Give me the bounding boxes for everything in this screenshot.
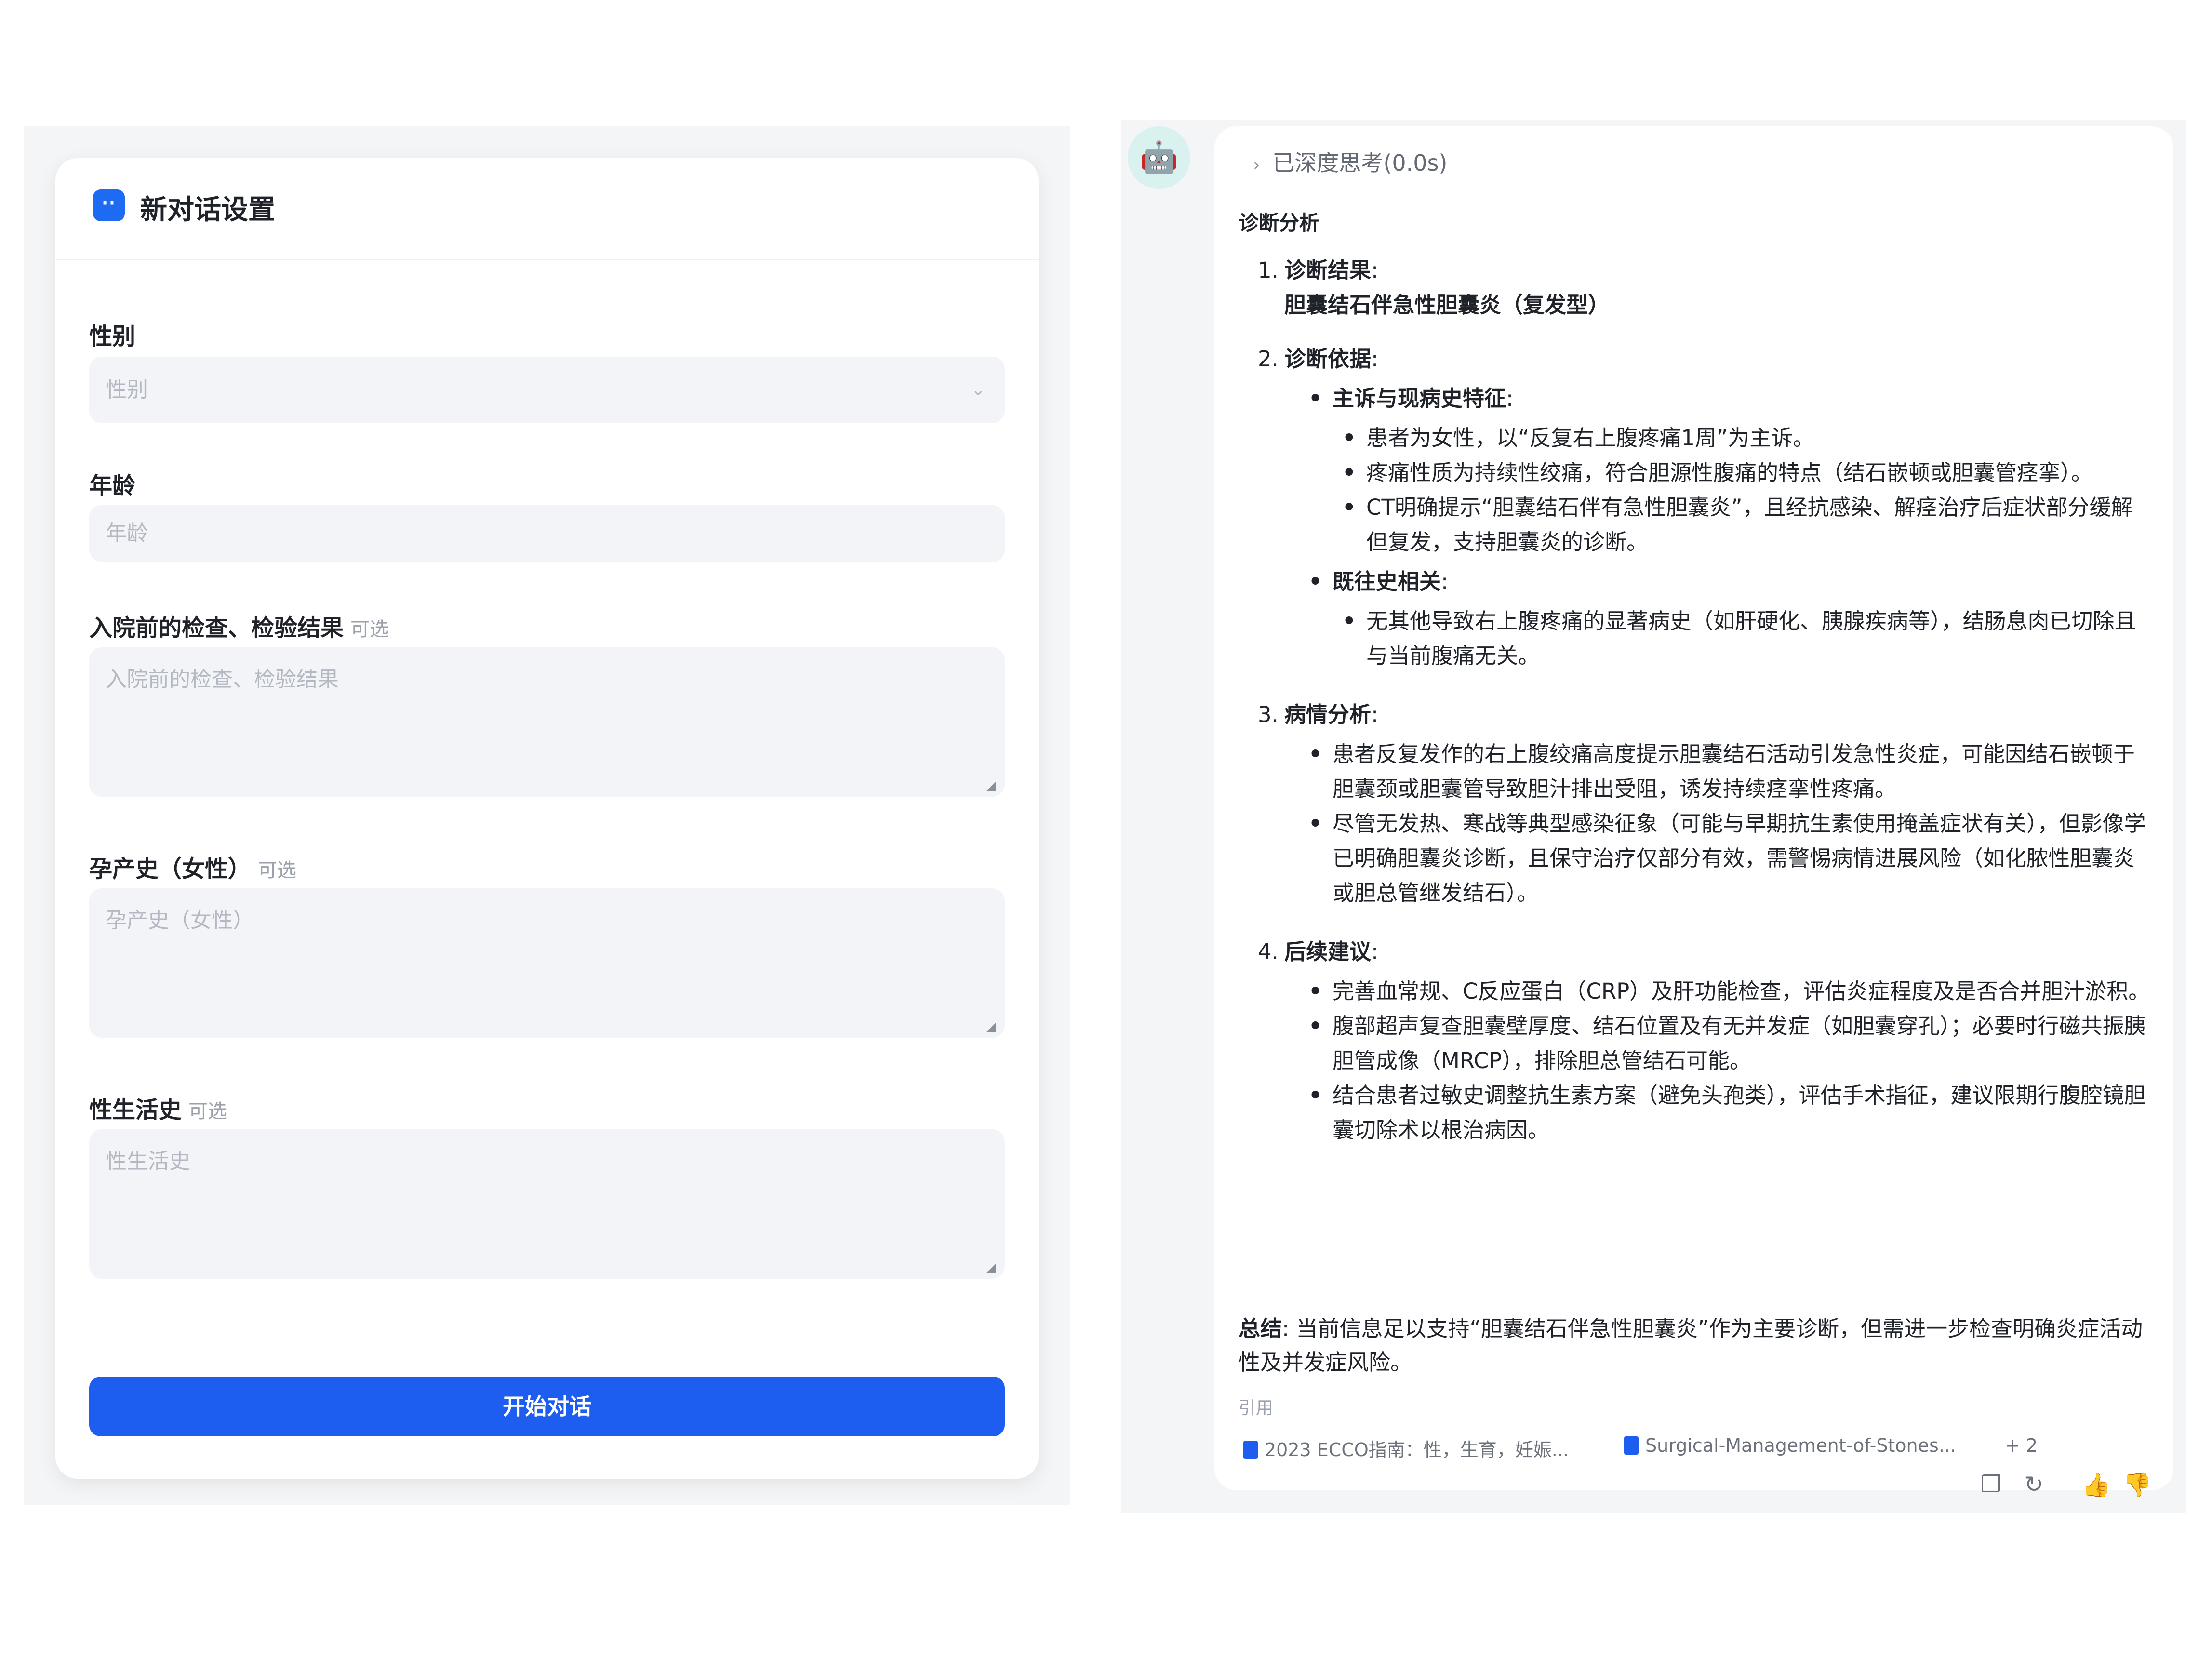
- gender-select[interactable]: 性别 ⌄: [89, 357, 1005, 423]
- obstetric-history-label-text: 孕产史（女性）: [89, 856, 252, 883]
- optional-tag: 可选: [258, 859, 297, 882]
- chevron-right-icon: ›: [1253, 155, 1260, 175]
- section-number: 3.: [1258, 702, 1279, 727]
- copy-icon[interactable]: ❐: [1981, 1471, 2001, 1498]
- optional-tag: 可选: [188, 1100, 227, 1123]
- robot-icon: 🤖: [1140, 140, 1178, 175]
- section-condition-analysis: 3. 病情分析: 患者反复发作的右上腹绞痛高度提示胆囊结石活动引发急性炎症，可能…: [1239, 697, 2154, 910]
- resize-handle-icon[interactable]: ◢: [986, 1261, 999, 1274]
- sexual-history-placeholder: 性生活史: [106, 1149, 190, 1174]
- diagnosis-result-text: 胆囊结石伴急性胆囊炎（复发型）: [1284, 292, 1610, 318]
- summary: 总结: 当前信息足以支持“胆囊结石伴急性胆囊炎”作为主要诊断，但需进一步检查明确…: [1239, 1316, 2143, 1375]
- section-number: 4.: [1258, 939, 1279, 964]
- document-icon: [1624, 1436, 1639, 1455]
- section-heading: 诊断分析: [1239, 211, 1320, 235]
- follow-up-list: 完善血常规、C反应蛋白（CRP）及肝功能检查，评估炎症程度及是否合并胆汁淤积。 …: [1284, 974, 2154, 1148]
- list-item: 患者反复发作的右上腹绞痛高度提示胆囊结石活动引发急性炎症，可能因结石嵌顿于胆囊颈…: [1308, 737, 2154, 806]
- pre-admission-exam-label-text: 入院前的检查、检验结果: [89, 615, 344, 642]
- section-title: 后续建议:: [1284, 939, 1379, 964]
- section-number: 1.: [1258, 257, 1279, 283]
- chevron-down-icon: ⌄: [971, 380, 986, 400]
- list-item: 既往史相关: 无其他导致右上腹疼痛的显著病史（如肝硬化、胰腺疾病等），结肠息肉已…: [1308, 564, 2154, 673]
- resize-handle-icon[interactable]: ◢: [986, 1020, 999, 1033]
- group-title: 既往史相关: [1333, 569, 1441, 594]
- obstetric-history-placeholder: 孕产史（女性）: [106, 908, 254, 933]
- gender-placeholder: 性别: [106, 377, 148, 402]
- pre-admission-exam-label: 入院前的检查、检验结果 可选: [89, 609, 389, 642]
- gender-label: 性别: [89, 323, 136, 350]
- thumbs-down-icon[interactable]: 👎: [2123, 1471, 2152, 1498]
- section-title: 诊断依据:: [1284, 346, 1379, 372]
- sub-list: 患者为女性，以“反复右上腹疼痛1周”为主诉。 疼痛性质为持续性绞痛，符合胆源性腹…: [1333, 421, 2154, 560]
- list-item: 结合患者过敏史调整抗生素方案（避免头孢类），评估手术指征，建议限期行腹腔镜胆囊切…: [1308, 1078, 2154, 1148]
- obstetric-history-label: 孕产史（女性） 可选: [89, 850, 296, 883]
- sexual-history-textarea[interactable]: 性生活史 ◢: [89, 1129, 1005, 1279]
- document-icon: [1243, 1441, 1258, 1459]
- section-follow-up: 4. 后续建议: 完善血常规、C反应蛋白（CRP）及肝功能检查，评估炎症程度及是…: [1239, 935, 2154, 1148]
- list-item: 主诉与现病史特征: 患者为女性，以“反复右上腹疼痛1周”为主诉。 疼痛性质为持续…: [1308, 381, 2154, 560]
- list-item: 腹部超声复查胆囊壁厚度、结石位置及有无并发症（如胆囊穿孔）；必要时行磁共振胰胆管…: [1308, 1009, 2154, 1078]
- section-diagnosis-basis: 2. 诊断依据: 主诉与现病史特征: 患者为女性，以“反复右上腹疼痛1周”为主诉…: [1239, 342, 2154, 673]
- age-input[interactable]: 年龄: [89, 505, 1005, 562]
- section-number: 2.: [1258, 346, 1279, 372]
- pre-admission-exam-placeholder: 入院前的检查、检验结果: [106, 667, 339, 692]
- assistant-avatar: 🤖: [1128, 126, 1190, 189]
- chat-bot-icon: ··: [93, 189, 125, 221]
- section-title: 诊断结果:: [1284, 257, 1379, 283]
- section-title-text: 诊断依据: [1284, 346, 1372, 372]
- thinking-toggle[interactable]: › 已深度思考(0.0s): [1253, 146, 1447, 177]
- section-title-text: 诊断结果: [1284, 257, 1372, 283]
- group-title: 主诉与现病史特征: [1333, 386, 1506, 411]
- obstetric-history-textarea[interactable]: 孕产史（女性） ◢: [89, 888, 1005, 1038]
- list-item: 完善血常规、C反应蛋白（CRP）及肝功能检查，评估炎症程度及是否合并胆汁淤积。: [1308, 974, 2154, 1009]
- citation-label: 引用: [1239, 1398, 1274, 1418]
- citation-text: 2023 ECCO指南：性，生育，妊娠...: [1265, 1439, 1570, 1460]
- start-conversation-button[interactable]: 开始对话: [89, 1377, 1005, 1436]
- assistant-message-bubble: › 已深度思考(0.0s) 诊断分析 1. 诊断结果: 胆囊结石伴急性胆囊炎（复发…: [1214, 126, 2173, 1498]
- citation-text: Surgical-Management-of-Stones...: [1645, 1435, 1957, 1456]
- refresh-icon[interactable]: ↻: [2024, 1471, 2043, 1498]
- summary-label: 总结: [1239, 1316, 1282, 1341]
- resize-handle-icon[interactable]: ◢: [986, 779, 999, 792]
- list-item: 无其他导致右上腹疼痛的显著病史（如肝硬化、胰腺疾病等），结肠息肉已切除且与当前腹…: [1342, 604, 2154, 673]
- sexual-history-label: 性生活史 可选: [89, 1091, 227, 1124]
- section-title-text: 病情分析: [1284, 702, 1372, 727]
- page-title: 新对话设置: [140, 194, 275, 226]
- new-conversation-settings-card: ·· 新对话设置 性别 性别 ⌄ 年龄 年龄 入院前的检查、检验结果 可选 入院前…: [55, 158, 1039, 1479]
- section-title: 病情分析:: [1284, 702, 1379, 727]
- summary-text: 当前信息足以支持“胆囊结石伴急性胆囊炎”作为主要诊断，但需进一步检查明确炎症活动…: [1239, 1316, 2143, 1375]
- age-placeholder: 年龄: [106, 521, 148, 546]
- pre-admission-exam-textarea[interactable]: 入院前的检查、检验结果 ◢: [89, 647, 1005, 797]
- thumbs-up-icon[interactable]: 👍: [2082, 1471, 2111, 1498]
- citation-link[interactable]: Surgical-Management-of-Stones...: [1624, 1435, 1956, 1456]
- analysis-list: 患者反复发作的右上腹绞痛高度提示胆囊结石活动引发急性炎症，可能因结石嵌顿于胆囊颈…: [1284, 737, 2154, 910]
- citation-link[interactable]: 2023 ECCO指南：性，生育，妊娠...: [1243, 1435, 1569, 1461]
- list-item: 尽管无发热、寒战等典型感染征象（可能与早期抗生素使用掩盖症状有关），但影像学已明…: [1308, 806, 2154, 910]
- basis-list: 主诉与现病史特征: 患者为女性，以“反复右上腹疼痛1周”为主诉。 疼痛性质为持续…: [1284, 381, 2154, 673]
- more-citations-button[interactable]: + 2: [2005, 1435, 2038, 1456]
- section-diagnosis-result: 1. 诊断结果: 胆囊结石伴急性胆囊炎（复发型）: [1239, 253, 2154, 322]
- card-header: ·· 新对话设置: [55, 158, 1039, 260]
- list-item: 疼痛性质为持续性绞痛，符合胆源性腹痛的特点（结石嵌顿或胆囊管痉挛）。: [1342, 455, 2154, 490]
- thinking-status: 已深度思考(0.0s): [1272, 150, 1448, 176]
- section-title-text: 后续建议: [1284, 939, 1372, 964]
- optional-tag: 可选: [350, 618, 389, 641]
- age-label: 年龄: [89, 472, 136, 499]
- list-item: CT明确提示“胆囊结石伴有急性胆囊炎”，且经抗感染、解痉治疗后症状部分缓解但复发…: [1342, 490, 2154, 560]
- list-item: 患者为女性，以“反复右上腹疼痛1周”为主诉。: [1342, 421, 2154, 455]
- sub-list: 无其他导致右上腹疼痛的显著病史（如肝硬化、胰腺疾病等），结肠息肉已切除且与当前腹…: [1333, 604, 2154, 673]
- sexual-history-label-text: 性生活史: [89, 1097, 182, 1124]
- message-content: 诊断分析 1. 诊断结果: 胆囊结石伴急性胆囊炎（复发型） 2. 诊断依据: 主…: [1239, 206, 2154, 1152]
